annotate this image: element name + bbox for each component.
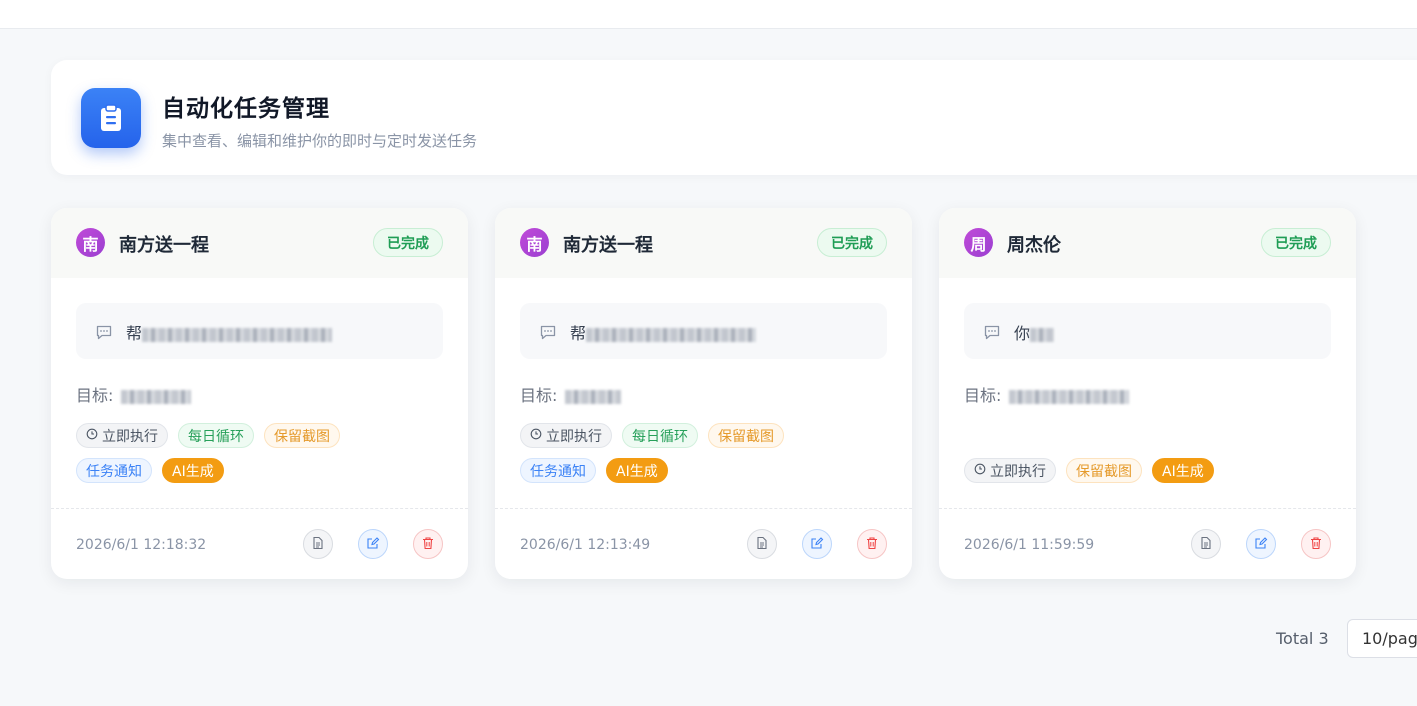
tag-list: 立即执行 每日循环 保留截图 (520, 423, 890, 448)
tag-list: 立即执行 保留截图 AI生成 (964, 458, 1334, 483)
tag-immediate: 立即执行 (520, 423, 612, 448)
tag-list: 立即执行 每日循环 保留截图 (76, 423, 446, 448)
clock-icon (974, 463, 986, 479)
task-card[interactable]: 南 南方送一程 已完成 帮 目标: 立即执行 每日循环 保留截图 任务通知 AI… (495, 208, 912, 579)
tag-list-2: 任务通知 AI生成 (520, 458, 890, 483)
page-size-select[interactable]: 10/page (1347, 619, 1417, 658)
document-icon (1199, 535, 1213, 554)
status-badge: 已完成 (373, 228, 443, 257)
contact-name: 周杰伦 (1007, 235, 1061, 256)
card-footer: 2026/6/1 11:59:59 (939, 508, 1356, 579)
clipboard-icon (81, 88, 141, 148)
message-box: 帮 (76, 303, 443, 359)
chat-icon (95, 323, 113, 345)
message-box: 帮 (520, 303, 887, 359)
target-label: 目标: (964, 386, 1002, 405)
delete-button[interactable] (1301, 529, 1331, 559)
redacted-message (586, 327, 757, 342)
tag-ai: AI生成 (162, 458, 224, 483)
card-footer: 2026/6/1 12:13:49 (495, 508, 912, 579)
tag-notify: 任务通知 (520, 458, 596, 483)
timestamp: 2026/6/1 11:59:59 (964, 537, 1095, 553)
message-text: 帮 (570, 320, 757, 344)
tag-ai: AI生成 (1152, 458, 1214, 483)
edit-button[interactable] (358, 529, 388, 559)
contact-name: 南方送一程 (119, 235, 209, 256)
clock-icon (86, 428, 98, 444)
delete-button[interactable] (413, 529, 443, 559)
message-prefix: 帮 (570, 324, 587, 343)
tag-immediate: 立即执行 (76, 423, 168, 448)
message-text: 帮 (126, 320, 333, 344)
card-header: 南 南方送一程 已完成 (51, 208, 468, 278)
card-header: 南 南方送一程 已完成 (495, 208, 912, 278)
avatar: 南 (76, 228, 105, 257)
target-label: 目标: (520, 386, 558, 405)
message-prefix: 帮 (126, 324, 143, 343)
trash-icon (1309, 535, 1323, 554)
task-card[interactable]: 周 周杰伦 已完成 你 目标: 立即执行 保留截图 AI生成 2026/6/1 … (939, 208, 1356, 579)
redacted-target (1009, 389, 1130, 404)
task-card[interactable]: 南 南方送一程 已完成 帮 目标: 立即执行 每日循环 保留截图 任务通知 AI… (51, 208, 468, 579)
edit-button[interactable] (1246, 529, 1276, 559)
pagination-total: Total 3 (1276, 629, 1329, 648)
card-footer: 2026/6/1 12:18:32 (51, 508, 468, 579)
message-prefix: 你 (1014, 324, 1031, 343)
timestamp: 2026/6/1 12:18:32 (76, 537, 207, 553)
tag-ai: AI生成 (606, 458, 668, 483)
tag-screenshot: 保留截图 (1066, 458, 1142, 483)
contact-name: 南方送一程 (563, 235, 653, 256)
tag-immediate: 立即执行 (964, 458, 1056, 483)
status-badge: 已完成 (1261, 228, 1331, 257)
status-badge: 已完成 (817, 228, 887, 257)
clock-icon (530, 428, 542, 444)
avatar: 南 (520, 228, 549, 257)
redacted-message (1030, 327, 1055, 342)
edit-button[interactable] (802, 529, 832, 559)
document-icon (755, 535, 769, 554)
redacted-target (121, 389, 192, 404)
tag-daily: 每日循环 (178, 423, 254, 448)
redacted-message (142, 327, 333, 342)
message-text: 你 (1014, 320, 1055, 344)
tag-list-2: 任务通知 AI生成 (76, 458, 446, 483)
tag-daily: 每日循环 (622, 423, 698, 448)
card-header: 周 周杰伦 已完成 (939, 208, 1356, 278)
message-box: 你 (964, 303, 1331, 359)
edit-icon (810, 535, 824, 554)
trash-icon (421, 535, 435, 554)
redacted-target (565, 389, 622, 404)
page-subtitle: 集中查看、编辑和维护你的即时与定时发送任务 (162, 132, 478, 150)
target-row: 目标: (964, 382, 1130, 406)
page-title: 自动化任务管理 (162, 96, 330, 122)
target-row: 目标: (520, 382, 622, 406)
target-row: 目标: (76, 382, 192, 406)
tag-notify: 任务通知 (76, 458, 152, 483)
timestamp: 2026/6/1 12:13:49 (520, 537, 651, 553)
target-label: 目标: (76, 386, 114, 405)
tag-screenshot: 保留截图 (708, 423, 784, 448)
delete-button[interactable] (857, 529, 887, 559)
details-button[interactable] (303, 529, 333, 559)
document-icon (311, 535, 325, 554)
top-bar (0, 0, 1417, 29)
chat-icon (539, 323, 557, 345)
edit-icon (366, 535, 380, 554)
edit-icon (1254, 535, 1268, 554)
details-button[interactable] (747, 529, 777, 559)
avatar: 周 (964, 228, 993, 257)
details-button[interactable] (1191, 529, 1221, 559)
page-header: 自动化任务管理 集中查看、编辑和维护你的即时与定时发送任务 (51, 60, 1417, 175)
tag-screenshot: 保留截图 (264, 423, 340, 448)
trash-icon (865, 535, 879, 554)
chat-icon (983, 323, 1001, 345)
